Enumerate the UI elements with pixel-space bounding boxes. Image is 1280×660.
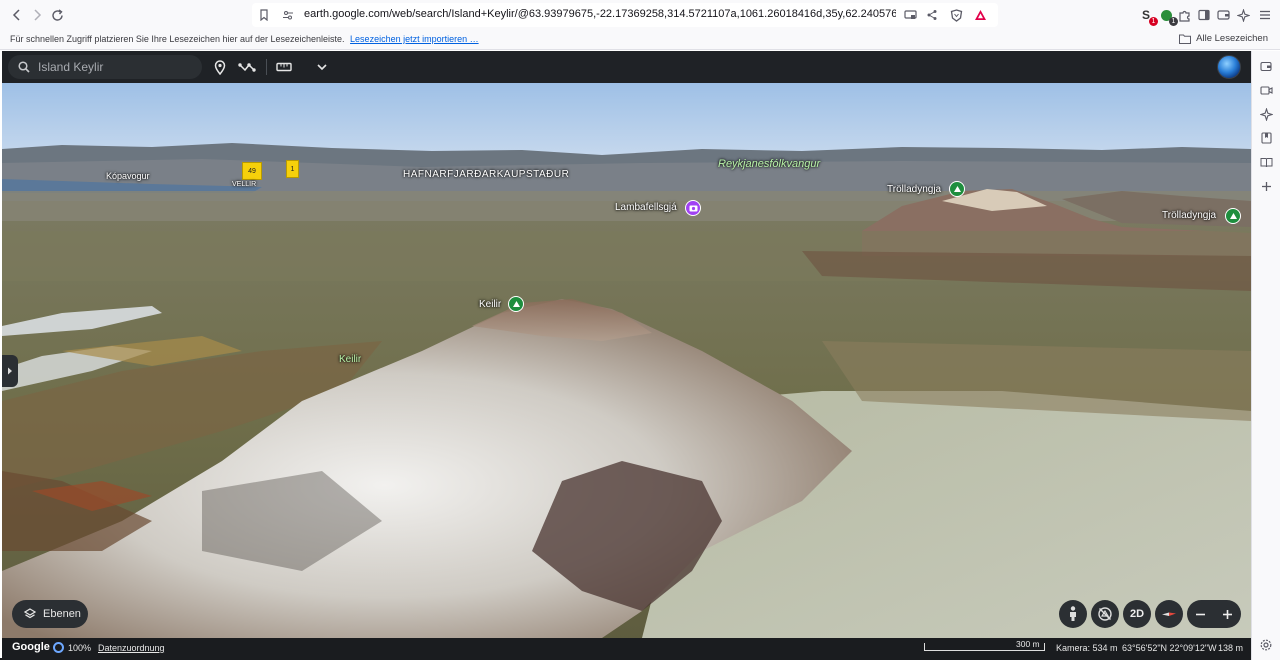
bookmarks-hint-text: Für schnellen Zugriff platzieren Sie Ihr… [10, 34, 345, 44]
poi-mountain-icon[interactable] [1225, 208, 1241, 224]
bookmarks-hint: Für schnellen Zugriff platzieren Sie Ihr… [10, 34, 479, 44]
poi-label-keilir[interactable]: Keilir [479, 299, 501, 310]
back-icon[interactable] [6, 4, 28, 26]
side-panel-toggle[interactable] [2, 355, 18, 387]
earth-viewport[interactable]: Kópavogur 49 1 VELLIR HAFNARFJARÐARKAUPS… [2, 51, 1251, 658]
settings-gear-icon[interactable] [1258, 637, 1274, 653]
map-label-vellir: VELLIR [232, 181, 257, 188]
sidebar-toggle-icon[interactable] [1196, 7, 1212, 23]
view-mode-2d-button[interactable]: 2D [1123, 600, 1151, 628]
bookmarks-panel-icon[interactable] [1258, 130, 1274, 146]
search-input[interactable] [38, 55, 198, 79]
reload-icon[interactable] [46, 4, 68, 26]
map-label-kopavogur: Kópavogur [106, 171, 150, 181]
site-info-icon[interactable] [280, 7, 296, 23]
import-bookmarks-link[interactable]: Lesezeichen jetzt importieren … [350, 34, 479, 44]
map-label-hafnarfjardar: HAFNARFJARÐARKAUPSTAÐUR [403, 169, 570, 180]
status-bar: Google 100% Datenzuordnung 300 m Kamera:… [2, 638, 1251, 658]
url-bar[interactable]: earth.google.com/web/search/Island+Keyli… [252, 3, 998, 27]
video-panel-icon[interactable] [1258, 82, 1274, 98]
poi-label-trolladyngja-2[interactable]: Trölladyngja [1162, 210, 1216, 221]
share-icon[interactable] [924, 7, 940, 23]
scale-label: 300 m [1016, 639, 1040, 649]
folder-icon [1179, 34, 1192, 44]
map-label-reykjanes: Reykjanesfólkvangur [718, 158, 821, 170]
ground-altitude: 138 m [1218, 643, 1244, 653]
camera-altitude: Kamera: 534 m [1056, 643, 1118, 653]
extensions-puzzle-icon[interactable] [1176, 7, 1192, 23]
leo-ai-icon[interactable] [1235, 7, 1251, 23]
zoom-in-button[interactable] [1214, 600, 1241, 628]
layers-button[interactable]: Ebenen [12, 600, 88, 628]
chevron-down-icon[interactable] [312, 57, 332, 77]
poi-mountain-icon[interactable] [949, 181, 965, 197]
bookmark-star-icon[interactable] [256, 7, 272, 23]
url-text[interactable]: earth.google.com/web/search/Island+Keyli… [304, 8, 896, 20]
extension-badge: 1 [1149, 17, 1158, 26]
plus-icon [1223, 609, 1232, 619]
toggle-3d-buildings-icon[interactable] [1091, 600, 1119, 628]
chevron-right-icon [8, 367, 12, 375]
rewards-triangle-icon[interactable] [972, 7, 988, 23]
data-attribution-link[interactable]: Datenzuordnung [98, 643, 165, 653]
search-box[interactable] [8, 55, 202, 79]
street-view-pegman-icon[interactable] [1059, 600, 1087, 628]
zoom-controls [1187, 600, 1241, 628]
earth-toolbar [2, 51, 1251, 83]
reading-list-icon[interactable] [1258, 154, 1274, 170]
extension-s-icon[interactable]: S 1 [1138, 7, 1158, 26]
poi-mountain-icon[interactable] [508, 296, 524, 312]
all-bookmarks-label: Alle Lesezeichen [1196, 33, 1268, 44]
wallet-panel-icon[interactable] [1258, 58, 1274, 74]
loading-indicator-icon [53, 642, 64, 653]
map-label-keilir-area: Keilir [339, 354, 362, 365]
search-icon[interactable] [14, 57, 34, 77]
poi-label-lambafellsgja[interactable]: Lambafellsgjá [615, 202, 677, 213]
zoom-out-button[interactable] [1187, 600, 1214, 628]
all-bookmarks-button[interactable]: Alle Lesezeichen [1179, 33, 1268, 44]
minus-icon [1196, 613, 1205, 615]
google-logo: Google [12, 641, 50, 653]
brave-shield-icon[interactable] [948, 7, 964, 23]
cursor-coordinates: 63°56'52"N 22°09'12"W [1122, 643, 1217, 653]
terrain-3d-view[interactable] [2, 51, 1251, 658]
road-shield-49: 49 [242, 162, 262, 180]
menu-icon[interactable] [1257, 7, 1273, 23]
compass-icon[interactable] [1155, 600, 1183, 628]
extension-green-icon[interactable]: 1 [1158, 7, 1178, 26]
bookmarks-bar: Für schnellen Zugriff platzieren Sie Ihr… [0, 30, 1280, 50]
load-percent: 100% [68, 643, 92, 653]
leo-panel-icon[interactable] [1258, 106, 1274, 122]
poi-label-trolladyngja-1[interactable]: Trölladyngja [887, 184, 941, 195]
placemark-pin-icon[interactable] [210, 57, 230, 77]
browser-toolbar: earth.google.com/web/search/Island+Keyli… [0, 0, 1280, 30]
toolbar-divider [266, 59, 267, 75]
draw-path-icon[interactable] [237, 57, 257, 77]
add-panel-icon[interactable] [1258, 178, 1274, 194]
poi-camera-icon[interactable] [685, 200, 701, 216]
layers-icon [24, 608, 36, 619]
cast-icon[interactable] [902, 7, 918, 23]
layers-label: Ebenen [43, 608, 81, 620]
forward-icon[interactable] [26, 4, 48, 26]
browser-side-panel [1251, 51, 1280, 660]
road-shield-1: 1 [286, 160, 299, 178]
measure-ruler-icon[interactable] [274, 57, 294, 77]
wallet-icon[interactable] [1215, 7, 1231, 23]
account-globe-icon[interactable] [1217, 55, 1241, 79]
